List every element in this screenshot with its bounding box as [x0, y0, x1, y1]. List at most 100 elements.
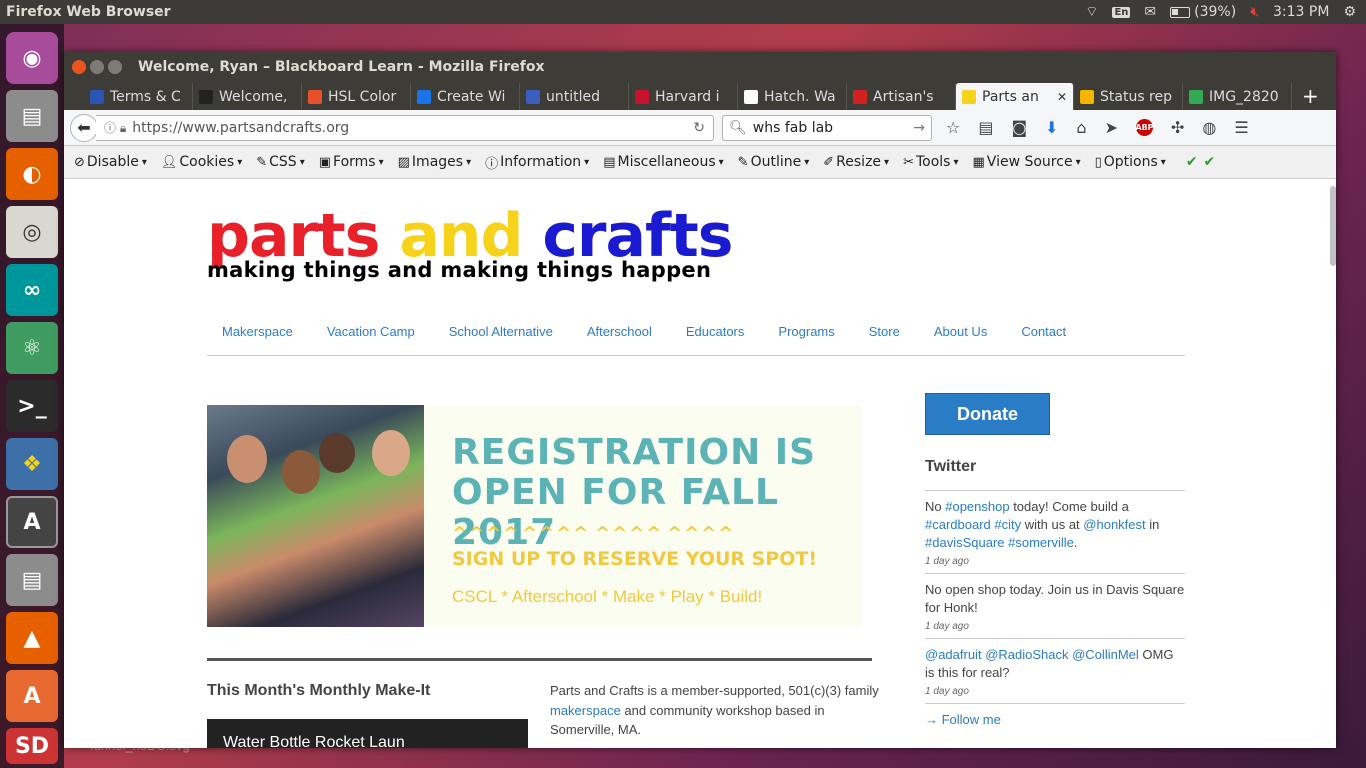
browser-tab[interactable]: IMG_2820 [1183, 83, 1292, 110]
devbar-label: Resize [836, 154, 882, 170]
menu-icon[interactable]: ☰ [1234, 118, 1248, 137]
adblock-plus-icon[interactable]: ABP [1135, 119, 1154, 136]
browser-tab[interactable]: HSL Color [302, 83, 411, 110]
devbar-menu-resize[interactable]: ✐ Resize ▾ [823, 154, 889, 170]
maximize-window-button[interactable] [108, 59, 122, 74]
nav-link-makerspace[interactable]: Makerspace [207, 322, 310, 355]
pocket-icon[interactable]: ◙ [1011, 118, 1027, 137]
vlc-icon[interactable]: ▲ [6, 612, 58, 664]
browser-tab[interactable]: Parts an ✕ [956, 83, 1074, 110]
devbar-menu-outline[interactable]: ✎ Outline ▾ [738, 154, 810, 170]
devbar-menu-cookies[interactable]: 👤︎ Cookies ▾ [161, 154, 242, 170]
sd-card-icon[interactable]: SD [6, 728, 58, 764]
devbar-icon: ✎ [737, 154, 749, 170]
arduino-icon[interactable]: ∞ [6, 264, 58, 316]
nav-link-about-us[interactable]: About Us [917, 322, 1004, 355]
devbar-menu-images[interactable]: ▨ Images ▾ [398, 154, 471, 170]
devbar-menu-information[interactable]: ⓘ Information ▾ [485, 153, 589, 172]
validation-check-icon[interactable]: ✔ [1204, 154, 1216, 170]
browser-tab[interactable]: Artisan's [847, 83, 956, 110]
tab-favicon-icon [962, 89, 976, 104]
sync-icon[interactable]: ◍ [1202, 118, 1216, 137]
send-icon[interactable]: ➤ [1105, 118, 1118, 137]
devbar-label: Cookies [179, 154, 235, 170]
devbar-label: Information [500, 154, 582, 170]
rhythmbox-icon[interactable]: ◎ [6, 206, 58, 258]
python-icon[interactable]: ❖ [6, 438, 58, 490]
dash-ubuntu-icon[interactable]: ◉ [6, 32, 58, 84]
extension-icon[interactable]: ✣ [1171, 118, 1184, 137]
window-title: Welcome, Ryan – Blackboard Learn - Mozil… [138, 58, 545, 75]
browser-tab[interactable]: Welcome, [193, 83, 302, 110]
devbar-icon: ▦ [972, 154, 985, 170]
tab-label: untitled [546, 88, 601, 105]
mail-icon[interactable]: ✉ [1144, 4, 1156, 20]
bookmark-star-icon[interactable]: ☆ [946, 118, 960, 137]
atom-icon[interactable]: ⚛ [6, 322, 58, 374]
site-logo[interactable]: parts and crafts making things and makin… [207, 204, 734, 282]
devbar-menu-tools[interactable]: ✂ Tools ▾ [903, 154, 958, 170]
nav-link-educators[interactable]: Educators [669, 322, 762, 355]
battery-indicator[interactable]: (39%) [1170, 4, 1236, 20]
devbar-menu-options[interactable]: ▯ Options ▾ [1095, 154, 1166, 170]
nav-link-contact[interactable]: Contact [1004, 322, 1083, 355]
makerspace-link[interactable]: makerspace [550, 703, 621, 718]
volume-muted-icon[interactable]: 🔇︎ [1250, 4, 1259, 20]
browser-tab[interactable]: Status rep [1074, 83, 1183, 110]
close-window-button[interactable] [72, 59, 86, 74]
devbar-menu-view-source[interactable]: ▦ View Source ▾ [973, 154, 1081, 170]
new-tab-button[interactable]: + [1302, 84, 1319, 108]
url-text[interactable]: https://www.partsandcrafts.org [132, 120, 349, 136]
nav-link-programs[interactable]: Programs [761, 322, 851, 355]
browser-tab[interactable]: Terms & C [84, 83, 193, 110]
firefox-icon[interactable]: ◐ [6, 148, 58, 200]
browser-tab[interactable]: Create Wi [411, 83, 520, 110]
devbar-icon: ✐ [823, 154, 835, 170]
url-bar[interactable]: ⓘ 🔒︎ https://www.partsandcrafts.org ↻ [96, 114, 714, 141]
chevron-down-icon: ▾ [141, 156, 147, 168]
nav-link-afterschool[interactable]: Afterschool [570, 322, 669, 355]
devbar-label: Forms [333, 154, 376, 170]
software-center-icon[interactable]: A [6, 670, 58, 722]
validation-check-icon[interactable]: ✔ [1186, 154, 1198, 170]
files-icon-2[interactable]: ▤ [6, 554, 58, 606]
search-text[interactable]: whs fab lab [753, 120, 833, 136]
devbar-icon: ✎ [256, 154, 268, 170]
devbar-menu-miscellaneous[interactable]: ▤ Miscellaneous ▾ [603, 154, 723, 170]
devbar-icon: ▤ [603, 154, 616, 170]
registration-banner[interactable]: REGISTRATION IS OPEN FOR FALL 2017 ^^^^ … [207, 405, 862, 627]
follow-link[interactable]: → Follow me [925, 712, 1185, 727]
nav-link-store[interactable]: Store [852, 322, 917, 355]
reload-icon[interactable]: ↻ [693, 120, 705, 136]
keyboard-layout-indicator[interactable]: En [1112, 6, 1131, 18]
browser-tab[interactable]: untitled [520, 83, 629, 110]
tweet: No #openshop today! Come build a #cardbo… [925, 491, 1185, 574]
back-button[interactable]: ⬅ [70, 113, 98, 142]
gear-icon[interactable]: ⚙ [1343, 4, 1356, 20]
tab-favicon-icon [90, 89, 104, 104]
software-updater-icon[interactable]: A [6, 496, 58, 548]
makeit-title: This Month's Monthly Make-It [207, 682, 431, 699]
wifi-icon[interactable]: ⌔ [1085, 3, 1098, 21]
browser-tab[interactable]: Hatch. Wa [738, 83, 847, 110]
reading-list-icon[interactable]: ▤ [978, 118, 993, 137]
minimize-window-button[interactable] [90, 59, 104, 74]
nav-link-school-alternative[interactable]: School Alternative [432, 322, 570, 355]
files-icon[interactable]: ▤ [6, 90, 58, 142]
donate-button[interactable]: Donate [925, 393, 1050, 435]
close-tab-icon[interactable]: ✕ [1057, 90, 1067, 104]
clock[interactable]: 3:13 PM [1273, 4, 1329, 20]
search-go-icon[interactable]: → [913, 120, 925, 136]
nav-link-vacation-camp[interactable]: Vacation Camp [310, 322, 432, 355]
home-icon[interactable]: ⌂ [1076, 118, 1086, 137]
downloads-icon[interactable]: ⬇ [1045, 118, 1058, 137]
video-embed[interactable]: Water Bottle Rocket Laun [207, 719, 528, 748]
terminal-icon[interactable]: >_ [6, 380, 58, 432]
site-info-icon[interactable]: ⓘ 🔒︎ [104, 119, 126, 136]
devbar-menu-css[interactable]: ✎ CSS ▾ [256, 154, 305, 170]
page-scrollbar[interactable] [1330, 186, 1336, 266]
browser-tab[interactable]: Harvard i [629, 83, 738, 110]
devbar-menu-disable[interactable]: ⊘ Disable ▾ [74, 154, 147, 170]
devbar-menu-forms[interactable]: ▣ Forms ▾ [319, 154, 384, 170]
search-bar[interactable]: 🔍︎ whs fab lab → [722, 114, 932, 141]
